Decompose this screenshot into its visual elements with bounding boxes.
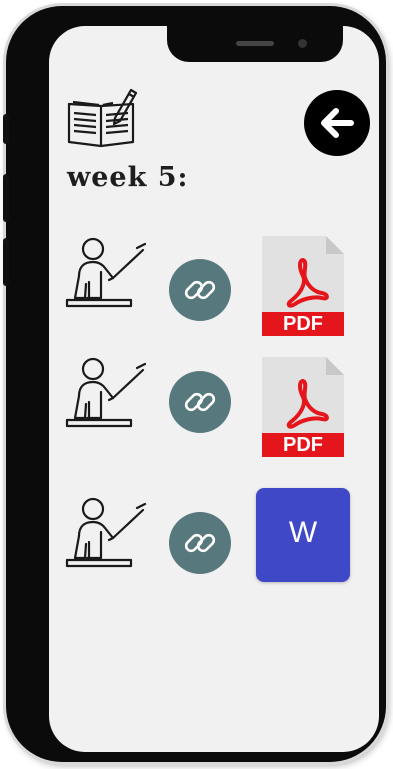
link-chain-icon bbox=[184, 392, 216, 412]
notch bbox=[167, 26, 343, 62]
link-chain-icon bbox=[184, 533, 216, 553]
link-chain-icon bbox=[184, 280, 216, 300]
link-button[interactable] bbox=[169, 512, 231, 574]
screen: week 5: PDF PDF W bbox=[49, 26, 379, 752]
teacher-at-board-icon bbox=[65, 237, 147, 308]
pdf-label: PDF bbox=[262, 433, 344, 457]
link-button[interactable] bbox=[169, 259, 231, 321]
volume-down-button bbox=[3, 238, 9, 286]
word-document[interactable]: W bbox=[256, 488, 350, 582]
volume-up-button bbox=[3, 174, 9, 222]
camera bbox=[298, 39, 307, 48]
teacher-at-board-icon bbox=[65, 497, 147, 568]
pdf-label: PDF bbox=[262, 312, 344, 336]
speaker bbox=[236, 41, 274, 46]
link-button[interactable] bbox=[169, 371, 231, 433]
pdf-document-1[interactable]: PDF bbox=[262, 236, 344, 336]
teacher-at-board-icon bbox=[65, 357, 147, 428]
mute-switch bbox=[3, 114, 9, 144]
phone-frame: week 5: PDF PDF W bbox=[3, 6, 386, 762]
pdf-document-2[interactable]: PDF bbox=[262, 357, 344, 457]
arrow-left-icon bbox=[321, 108, 354, 138]
book-pen-icon bbox=[67, 88, 138, 148]
back-button[interactable] bbox=[304, 90, 370, 156]
week-title: week 5: bbox=[67, 162, 189, 193]
word-label: W bbox=[288, 516, 318, 549]
